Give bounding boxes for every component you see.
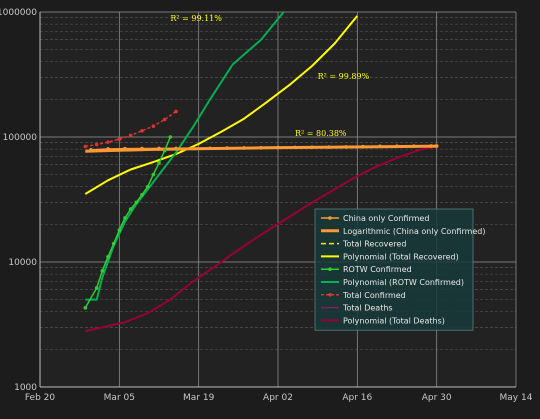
data-point-china-only-confirmed <box>242 146 246 150</box>
data-point-total-confirmed <box>83 144 88 149</box>
data-point-rotw-confirmed <box>162 148 167 153</box>
data-point-china-only-confirmed <box>174 146 178 151</box>
data-point-rotw-confirmed <box>111 241 116 246</box>
legend-label: Polynomial (Total Deaths) <box>343 316 445 325</box>
data-point-china-only-confirmed <box>344 145 348 149</box>
data-point-rotw-confirmed <box>94 286 99 290</box>
legend-label: Polynomial (ROTW Confirmed) <box>343 278 464 287</box>
legend-label: Total Recovered <box>342 240 406 249</box>
x-tick-label: Mar 05 <box>104 393 135 403</box>
legend-label: Total Confirmed <box>342 291 406 300</box>
data-point-china-only-confirmed <box>276 145 280 150</box>
data-point-total-confirmed <box>106 140 110 144</box>
y-tick-label: 100000 <box>3 133 38 143</box>
data-point-total-confirmed <box>94 142 99 147</box>
data-point-china-only-confirmed <box>361 144 365 149</box>
data-point-china-only-confirmed <box>89 147 93 152</box>
data-point-rotw-confirmed <box>157 161 161 165</box>
x-tick-label: Apr 30 <box>422 393 452 403</box>
data-point-total-confirmed <box>140 129 144 133</box>
x-tick-label: Mar 19 <box>183 393 215 403</box>
x-tick-label: May 14 <box>500 393 533 403</box>
data-point-china-only-confirmed <box>310 145 314 150</box>
data-point-total-confirmed <box>174 109 178 114</box>
r-squared-label: R² = 99.11% <box>170 14 222 23</box>
legend-label: China only Confirmed <box>343 214 429 223</box>
y-tick-label: 1000 <box>14 383 37 393</box>
y-tick-label: 10000 <box>8 258 37 268</box>
data-point-total-confirmed <box>151 124 156 129</box>
data-point-rotw-confirmed <box>145 184 150 189</box>
legend-label: ROTW Confirmed <box>343 265 412 274</box>
x-tick-label: Apr 16 <box>342 393 372 403</box>
legend-marker <box>328 216 332 220</box>
data-point-china-only-confirmed <box>157 146 161 151</box>
data-point-china-only-confirmed <box>395 144 399 149</box>
data-point-china-only-confirmed <box>259 145 263 150</box>
data-point-rotw-confirmed <box>123 216 127 220</box>
data-point-rotw-confirmed <box>128 207 133 211</box>
y-tick-label: 1000000 <box>0 8 37 18</box>
data-point-rotw-confirmed <box>134 200 139 205</box>
data-point-rotw-confirmed <box>106 255 110 259</box>
data-point-rotw-confirmed <box>100 269 105 273</box>
line-chart: 1000 10000 100000 1000000 Feb 20 Mar 05 Mar 19… <box>0 0 540 419</box>
data-point-rotw-confirmed <box>151 172 156 177</box>
data-point-total-confirmed <box>128 133 133 138</box>
data-point-china-only-confirmed <box>434 144 439 148</box>
r-squared-label: R² = 99.89% <box>318 72 370 81</box>
data-point-china-only-confirmed <box>123 146 127 151</box>
legend-marker <box>328 267 332 272</box>
data-point-china-only-confirmed <box>208 146 212 151</box>
x-tick-label: Feb 20 <box>25 393 56 403</box>
data-point-rotw-confirmed <box>140 192 144 197</box>
data-point-china-only-confirmed <box>412 144 416 148</box>
data-point-china-only-confirmed <box>191 146 195 151</box>
data-point-rotw-confirmed <box>117 228 122 232</box>
data-point-total-confirmed <box>117 137 122 142</box>
data-point-china-only-confirmed <box>293 145 297 150</box>
chart-container: 1000 10000 100000 1000000 Feb 20 Mar 05 Mar 19… <box>0 0 540 419</box>
data-point-china-only-confirmed <box>106 147 110 151</box>
r-squared-label: R² = 80.38% <box>295 129 347 138</box>
legend-marker <box>328 293 332 297</box>
legend-label: Polynomial (Total Recovered) <box>343 252 459 261</box>
data-point-rotw-confirmed <box>83 306 88 310</box>
legend: China only Confirmed Logarithmic (China o… <box>314 208 486 331</box>
data-point-china-only-confirmed <box>140 146 144 151</box>
data-point-total-confirmed <box>162 117 167 122</box>
legend-label: Logarithmic (China only Confirmed) <box>343 227 486 236</box>
legend-label: Total Deaths <box>342 304 393 313</box>
data-point-rotw-confirmed <box>168 135 173 139</box>
x-tick-label: Apr 02 <box>263 393 293 403</box>
data-point-china-only-confirmed <box>378 144 382 149</box>
data-point-china-only-confirmed <box>225 146 229 150</box>
data-point-china-only-confirmed <box>327 145 331 149</box>
data-point-china-only-confirmed <box>429 144 433 148</box>
